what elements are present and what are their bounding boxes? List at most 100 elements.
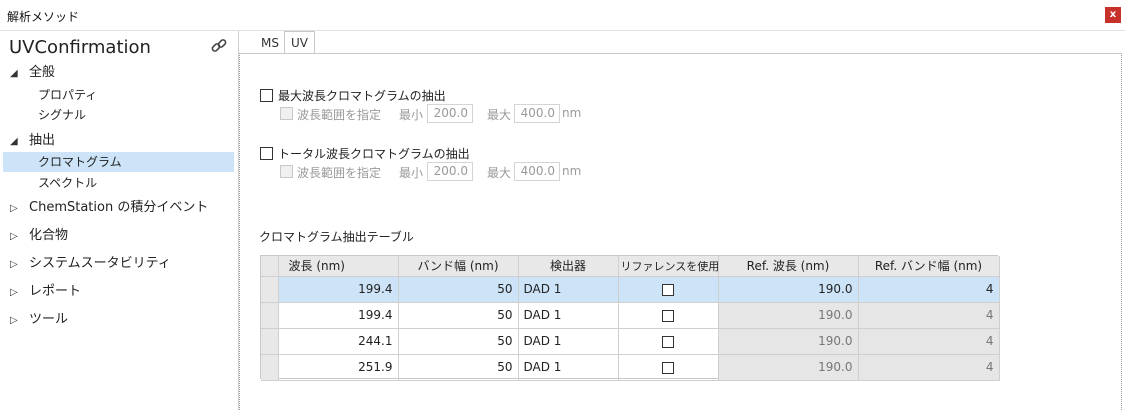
- tree-item-label: システムスータビリティ: [29, 256, 171, 271]
- tree-item-tools[interactable]: ▷ ツール: [10, 310, 68, 330]
- wavelength-cell[interactable]: 251.9: [278, 354, 399, 381]
- total-range-specify-checkbox[interactable]: [280, 165, 293, 178]
- tree-item-extraction[interactable]: ◢ 抽出: [10, 131, 55, 151]
- extraction-table-title: クロマトグラム抽出テーブル: [259, 230, 414, 244]
- tree-item-properties[interactable]: プロパティ: [38, 85, 97, 105]
- extraction-table: 波長 (nm) バンド幅 (nm) 検出器 リファレンスを使用 Ref. 波長 …: [260, 255, 1000, 381]
- ref-wavelength-cell[interactable]: 190.0: [718, 328, 859, 355]
- use-reference-cell[interactable]: [618, 328, 719, 355]
- expanded-arrow-icon[interactable]: ◢: [10, 64, 24, 84]
- ref-bandwidth-cell[interactable]: 4: [858, 276, 1000, 303]
- table-row[interactable]: 199.4 50 DAD 1 190.0 4: [261, 302, 1000, 329]
- expanded-arrow-icon[interactable]: ◢: [10, 132, 24, 152]
- ref-wavelength-cell[interactable]: 190.0: [718, 302, 859, 329]
- total-wavelength-extract-label: トータル波長クロマトグラムの抽出: [278, 147, 470, 161]
- wavelength-cell[interactable]: 199.4: [278, 302, 399, 329]
- ref-bandwidth-cell[interactable]: 4: [858, 354, 1000, 381]
- tree-item-label: 抽出: [29, 133, 56, 148]
- tab-uv[interactable]: UV: [284, 31, 315, 54]
- use-reference-checkbox[interactable]: [662, 309, 674, 322]
- detector-cell[interactable]: DAD 1: [518, 354, 619, 381]
- row-header[interactable]: [261, 354, 279, 381]
- detector-cell[interactable]: DAD 1: [518, 276, 619, 303]
- tree-item-compounds[interactable]: ▷ 化合物: [10, 226, 68, 246]
- total-unit-label: nm: [562, 164, 582, 178]
- bandwidth-cell[interactable]: 50: [398, 328, 519, 355]
- tree-item-label: レポート: [29, 284, 82, 299]
- close-button[interactable]: x: [1105, 7, 1121, 23]
- collapsed-arrow-icon[interactable]: ▷: [10, 311, 24, 331]
- tree-item-label: シグナル: [38, 108, 87, 122]
- table-row[interactable]: 199.4 50 DAD 1 190.0 4: [261, 276, 1000, 303]
- column-header-bandwidth[interactable]: バンド幅 (nm): [398, 256, 519, 277]
- max-min-input[interactable]: 200.0: [427, 104, 473, 123]
- bandwidth-cell[interactable]: 50: [398, 276, 519, 303]
- tree-item-integration-events[interactable]: ▷ ChemStation の積分イベント: [10, 198, 208, 218]
- max-unit-label: nm: [562, 106, 582, 120]
- total-max-input[interactable]: 400.0: [514, 162, 560, 181]
- max-min-label: 最小: [399, 108, 424, 122]
- bandwidth-cell[interactable]: 50: [398, 354, 519, 381]
- tree-item-system-suitability[interactable]: ▷ システムスータビリティ: [10, 254, 171, 274]
- title-bar: 解析メソッド x: [0, 0, 1125, 31]
- tree-item-report[interactable]: ▷ レポート: [10, 282, 81, 302]
- max-max-label: 最大: [487, 108, 512, 122]
- column-header-ref-wavelength[interactable]: Ref. 波長 (nm): [718, 256, 859, 277]
- window-title: 解析メソッド: [7, 10, 80, 24]
- collapsed-arrow-icon[interactable]: ▷: [10, 283, 24, 303]
- detector-cell[interactable]: DAD 1: [518, 302, 619, 329]
- ref-wavelength-cell[interactable]: 190.0: [718, 354, 859, 381]
- method-name: UVConfirmation: [9, 37, 151, 58]
- row-header[interactable]: [261, 276, 279, 303]
- collapsed-arrow-icon[interactable]: ▷: [10, 199, 24, 219]
- link-icon[interactable]: [210, 37, 228, 55]
- bandwidth-cell[interactable]: 50: [398, 302, 519, 329]
- total-min-label: 最小: [399, 166, 424, 180]
- navigation-panel: UVConfirmation ◢ 全般 プロパティ シグナル ◢ 抽出 クロマトグラ…: [0, 32, 237, 410]
- row-header[interactable]: [261, 328, 279, 355]
- tree-item-spectrum[interactable]: スペクトル: [38, 173, 97, 193]
- wavelength-cell[interactable]: 244.1: [278, 328, 399, 355]
- tree-item-general[interactable]: ◢ 全般: [10, 63, 55, 83]
- table-row[interactable]: 251.9 50 DAD 1 190.0 4: [261, 354, 1000, 381]
- use-reference-checkbox[interactable]: [662, 335, 674, 348]
- max-wavelength-extract-checkbox[interactable]: [260, 89, 273, 102]
- column-header-detector[interactable]: 検出器: [518, 256, 619, 277]
- tree-item-chromatogram[interactable]: クロマトグラム: [38, 152, 122, 172]
- total-wavelength-extract-checkbox[interactable]: [260, 147, 273, 160]
- detector-cell[interactable]: DAD 1: [518, 328, 619, 355]
- total-max-label: 最大: [487, 166, 512, 180]
- row-header-corner: [261, 256, 279, 277]
- max-range-specify-checkbox[interactable]: [280, 107, 293, 120]
- use-reference-checkbox[interactable]: [662, 283, 674, 296]
- collapsed-arrow-icon[interactable]: ▷: [10, 227, 24, 247]
- wavelength-cell[interactable]: 199.4: [278, 276, 399, 303]
- use-reference-cell[interactable]: [618, 302, 719, 329]
- use-reference-cell[interactable]: [618, 354, 719, 381]
- column-header-wavelength[interactable]: 波長 (nm): [278, 256, 399, 277]
- tree-item-signal[interactable]: シグナル: [38, 105, 86, 125]
- tree-item-label: ChemStation の積分イベント: [29, 200, 209, 215]
- use-reference-checkbox[interactable]: [662, 361, 674, 374]
- tree-item-label: クロマトグラム: [38, 155, 122, 169]
- column-header-ref-bandwidth[interactable]: Ref. バンド幅 (nm): [858, 256, 1000, 277]
- tab-ms[interactable]: MS: [255, 33, 285, 53]
- ref-wavelength-cell[interactable]: 190.0: [718, 276, 859, 303]
- use-reference-cell[interactable]: [618, 276, 719, 303]
- max-max-input[interactable]: 400.0: [514, 104, 560, 123]
- tree-item-label: 全般: [29, 65, 56, 80]
- total-min-input[interactable]: 200.0: [427, 162, 473, 181]
- tree-item-label: 化合物: [29, 228, 69, 243]
- table-row[interactable]: 244.1 50 DAD 1 190.0 4: [261, 328, 1000, 355]
- tree-item-label: プロパティ: [38, 88, 98, 102]
- collapsed-arrow-icon[interactable]: ▷: [10, 255, 24, 275]
- column-header-use-reference[interactable]: リファレンスを使用: [618, 256, 719, 277]
- total-range-specify-label: 波長範囲を指定: [297, 166, 382, 180]
- table-header-row: 波長 (nm) バンド幅 (nm) 検出器 リファレンスを使用 Ref. 波長 …: [261, 256, 1000, 277]
- tree-item-label: スペクトル: [38, 176, 98, 190]
- row-header[interactable]: [261, 302, 279, 329]
- tree-item-label: ツール: [29, 312, 69, 327]
- ref-bandwidth-cell[interactable]: 4: [858, 328, 1000, 355]
- max-range-specify-label: 波長範囲を指定: [297, 108, 382, 122]
- ref-bandwidth-cell[interactable]: 4: [858, 302, 1000, 329]
